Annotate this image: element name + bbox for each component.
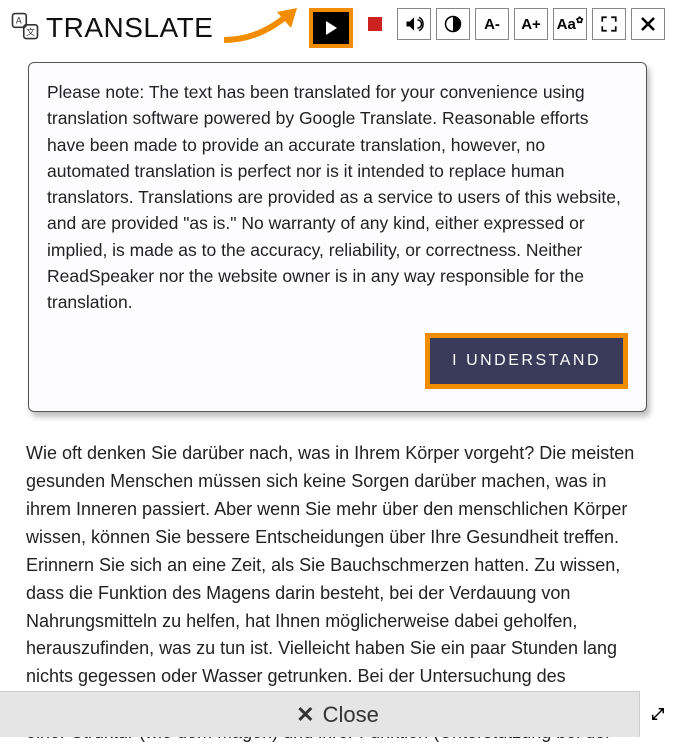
translate-icon: A 文 bbox=[10, 11, 40, 46]
title-group: A 文 TRANSLATE bbox=[10, 11, 213, 46]
toolbar: A 文 TRANSLATE A- A+ bbox=[0, 0, 675, 54]
close-button[interactable]: ✕ Close bbox=[296, 702, 379, 728]
annotation-arrow bbox=[219, 18, 303, 38]
font-increase-button[interactable]: A+ bbox=[514, 8, 548, 40]
disclaimer-panel: Please note: The text has been translate… bbox=[28, 62, 647, 412]
fullscreen-button[interactable] bbox=[592, 8, 626, 40]
close-label: Close bbox=[323, 702, 379, 728]
contrast-button[interactable] bbox=[436, 8, 470, 40]
disclaimer-text: Please note: The text has been translate… bbox=[47, 79, 628, 315]
content-area: Please note: The text has been translate… bbox=[0, 62, 675, 747]
resize-handle[interactable] bbox=[639, 691, 675, 737]
close-icon: ✕ bbox=[296, 702, 314, 728]
i-understand-button[interactable]: I UNDERSTAND bbox=[425, 333, 628, 389]
close-toolbar-button[interactable] bbox=[631, 8, 665, 40]
font-settings-button[interactable]: Aa✿ bbox=[553, 8, 587, 40]
disclaimer-actions: I UNDERSTAND bbox=[47, 333, 628, 389]
volume-button[interactable] bbox=[397, 8, 431, 40]
svg-text:A: A bbox=[16, 15, 22, 25]
page-title: TRANSLATE bbox=[46, 12, 213, 44]
toolbar-buttons: A- A+ Aa✿ bbox=[309, 8, 665, 48]
stop-button[interactable] bbox=[358, 8, 392, 40]
play-button[interactable] bbox=[309, 8, 353, 48]
svg-text:文: 文 bbox=[26, 25, 35, 36]
font-decrease-button[interactable]: A- bbox=[475, 8, 509, 40]
footer-bar: ✕ Close bbox=[0, 691, 675, 737]
